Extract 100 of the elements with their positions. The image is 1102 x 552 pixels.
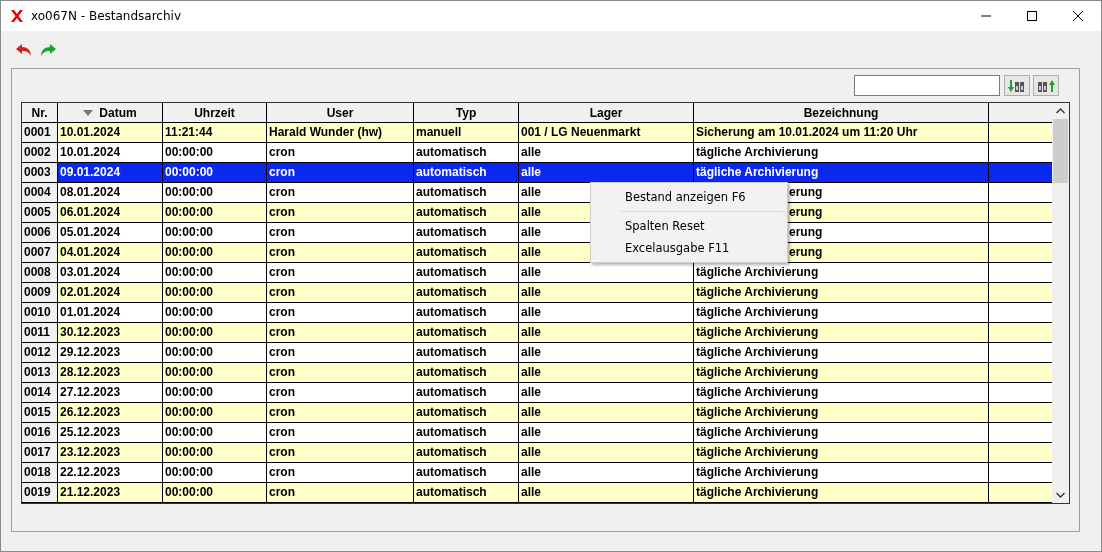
- table-cell: alle: [519, 423, 694, 442]
- table-cell: 00:00:00: [163, 343, 267, 362]
- search-up-button[interactable]: [1033, 75, 1059, 96]
- table-cell: 08.01.2024: [58, 183, 163, 202]
- table-cell: alle: [519, 403, 694, 422]
- table-cell: 00:00:00: [163, 243, 267, 262]
- search-down-button[interactable]: [1004, 75, 1030, 96]
- table-cell: tägliche Archivierung: [694, 283, 989, 302]
- table-cell: 00:00:00: [163, 483, 267, 502]
- row-number: 0016: [22, 423, 58, 442]
- table-cell: cron: [267, 443, 414, 462]
- table-cell: automatisch: [414, 403, 519, 422]
- table-cell: tägliche Archivierung: [694, 303, 989, 322]
- scrollbar-thumb[interactable]: [1053, 119, 1068, 183]
- table-cell: 001 / LG Neuenmarkt: [519, 123, 694, 142]
- table-cell: tägliche Archivierung: [694, 363, 989, 382]
- table-cell: automatisch: [414, 203, 519, 222]
- table-cell: cron: [267, 163, 414, 182]
- table-cell: 00:00:00: [163, 443, 267, 462]
- table-cell: automatisch: [414, 243, 519, 262]
- table-cell: cron: [267, 283, 414, 302]
- table-cell: 10.01.2024: [58, 123, 163, 142]
- table-cell: automatisch: [414, 463, 519, 482]
- row-number: 0009: [22, 283, 58, 302]
- row-number: 0005: [22, 203, 58, 222]
- row-number: 0012: [22, 343, 58, 362]
- table-cell: tägliche Archivierung: [694, 143, 989, 162]
- table-cell: 00:00:00: [163, 203, 267, 222]
- table-cell: alle: [519, 323, 694, 342]
- table-cell: alle: [519, 303, 694, 322]
- binoculars-up-icon: [1037, 78, 1055, 93]
- table-cell: 11:21:44: [163, 123, 267, 142]
- table-cell: Sicherung am 10.01.2024 um 11:20 Uhr: [694, 123, 989, 142]
- table-cell: alle: [519, 383, 694, 402]
- table-cell: automatisch: [414, 383, 519, 402]
- table-cell: 25.12.2023: [58, 423, 163, 442]
- row-number: 0014: [22, 383, 58, 402]
- row-number: 0019: [22, 483, 58, 502]
- row-number: 0011: [22, 323, 58, 342]
- table-cell: cron: [267, 343, 414, 362]
- table-cell: cron: [267, 323, 414, 342]
- table-cell: 02.01.2024: [58, 283, 163, 302]
- table-cell: alle: [519, 343, 694, 362]
- table-cell: 00:00:00: [163, 403, 267, 422]
- table-cell: automatisch: [414, 283, 519, 302]
- table-cell: cron: [267, 223, 414, 242]
- table-cell: 00:00:00: [163, 283, 267, 302]
- table-cell: cron: [267, 383, 414, 402]
- row-number: 0001: [22, 123, 58, 142]
- table-cell: 04.01.2024: [58, 243, 163, 262]
- table-cell: automatisch: [414, 363, 519, 382]
- table-cell: tägliche Archivierung: [694, 343, 989, 362]
- row-number: 0002: [22, 143, 58, 162]
- table-cell: 00:00:00: [163, 223, 267, 242]
- table-cell: automatisch: [414, 423, 519, 442]
- table-cell: automatisch: [414, 223, 519, 242]
- table-cell: tägliche Archivierung: [694, 483, 989, 502]
- redo-icon[interactable]: [39, 43, 57, 57]
- table-cell: manuell: [414, 123, 519, 142]
- table-cell: cron: [267, 483, 414, 502]
- row-number: 0003: [22, 163, 58, 182]
- table-cell: 29.12.2023: [58, 343, 163, 362]
- table-cell: cron: [267, 403, 414, 422]
- table-cell: 00:00:00: [163, 143, 267, 162]
- table-cell: cron: [267, 243, 414, 262]
- table-cell: cron: [267, 143, 414, 162]
- scroll-down-icon[interactable]: [1056, 492, 1065, 498]
- maximize-icon: [1027, 11, 1037, 21]
- table-cell: 27.12.2023: [58, 383, 163, 402]
- table-cell: 00:00:00: [163, 163, 267, 182]
- table-cell: 05.01.2024: [58, 223, 163, 242]
- scroll-up-icon[interactable]: [1056, 108, 1065, 114]
- table-cell: alle: [519, 443, 694, 462]
- table-cell: 22.12.2023: [58, 463, 163, 482]
- table-cell: 23.12.2023: [58, 443, 163, 462]
- close-icon: [1073, 11, 1083, 21]
- table-cell: 00:00:00: [163, 183, 267, 202]
- table-cell: tägliche Archivierung: [694, 323, 989, 342]
- table-cell: 00:00:00: [163, 303, 267, 322]
- table-cell: alle: [519, 483, 694, 502]
- table-cell: 10.01.2024: [58, 143, 163, 162]
- search-field[interactable]: [854, 75, 1000, 96]
- table-cell: automatisch: [414, 263, 519, 282]
- table-cell: 00:00:00: [163, 463, 267, 482]
- table-cell: automatisch: [414, 183, 519, 202]
- table-cell: automatisch: [414, 343, 519, 362]
- table-cell: automatisch: [414, 323, 519, 342]
- table-cell: 00:00:00: [163, 263, 267, 282]
- table-cell: tägliche Archivierung: [694, 423, 989, 442]
- undo-icon[interactable]: [15, 43, 33, 57]
- table-cell: 06.01.2024: [58, 203, 163, 222]
- row-number: 0017: [22, 443, 58, 462]
- table-cell: 28.12.2023: [58, 363, 163, 382]
- window-title: xo067N - Bestandsarchiv: [31, 9, 181, 23]
- app-logo-icon: [10, 9, 24, 23]
- table-cell: 00:00:00: [163, 323, 267, 342]
- row-number: 0006: [22, 223, 58, 242]
- table-cell: 09.01.2024: [58, 163, 163, 182]
- table-cell: cron: [267, 263, 414, 282]
- table-cell: 00:00:00: [163, 363, 267, 382]
